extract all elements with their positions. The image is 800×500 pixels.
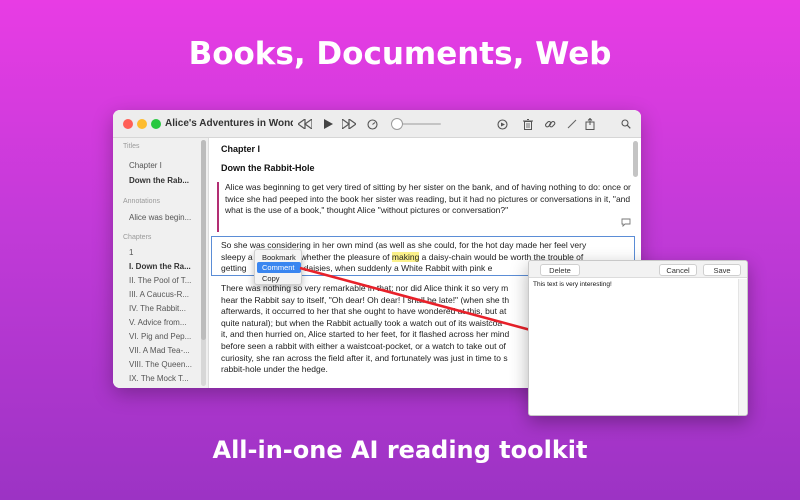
content-scrollbar-thumb[interactable]: [633, 141, 638, 177]
search-icon[interactable]: [619, 116, 633, 132]
sidebar-item-chapter[interactable]: III. A Caucus-R...: [129, 290, 199, 299]
trash-icon[interactable]: [521, 116, 535, 132]
sidebar-item-title[interactable]: Down the Rab...: [129, 176, 199, 185]
sidebar-item-chapter[interactable]: VIII. The Queen...: [129, 360, 199, 369]
comment-panel-scrollbar[interactable]: [738, 279, 747, 415]
share-icon[interactable]: [583, 116, 597, 132]
headline-top: Books, Documents, Web: [188, 36, 612, 72]
sidebar-section-titles: Titles: [123, 143, 140, 150]
sidebar-item-chapter[interactable]: I. Down the Ra...: [129, 262, 199, 271]
save-button[interactable]: Save: [703, 264, 741, 276]
sidebar-item-chapter[interactable]: VI. Pig and Pep...: [129, 332, 199, 341]
playback-slider-knob[interactable]: [391, 118, 404, 130]
sidebar-item-chapter[interactable]: V. Advice from...: [129, 318, 199, 327]
play-icon[interactable]: [321, 116, 335, 132]
link-icon[interactable]: [543, 116, 557, 132]
sidebar-item-chapter[interactable]: IX. The Mock T...: [129, 374, 199, 383]
sidebar: Titles Chapter I Down the Rab... Annotat…: [113, 138, 209, 388]
fast-forward-icon[interactable]: [341, 116, 357, 132]
sidebar-item-title[interactable]: Chapter I: [129, 161, 199, 170]
rewind-icon[interactable]: [297, 116, 313, 132]
sidebar-scrollbar-thumb[interactable]: [201, 140, 206, 340]
sidebar-item-annotation[interactable]: Alice was begin...: [129, 213, 199, 222]
annotation-marker[interactable]: [217, 182, 219, 232]
context-menu-copy[interactable]: Copy: [257, 273, 301, 284]
highlighted-word[interactable]: making: [391, 251, 420, 262]
text-fragment: whether the pleasure of: [300, 251, 390, 262]
close-window-button[interactable]: [123, 119, 133, 129]
comment-panel-toolbar: Delete Cancel Save: [529, 261, 747, 278]
timer-icon[interactable]: [495, 116, 509, 132]
headline-bottom: All-in-one AI reading toolkit: [212, 436, 588, 464]
sidebar-section-annotations: Annotations: [123, 198, 160, 205]
sidebar-item-chapter[interactable]: 1: [129, 248, 199, 257]
context-menu-comment[interactable]: Comment: [257, 262, 301, 273]
zoom-window-button[interactable]: [151, 119, 161, 129]
comment-text-area[interactable]: This text is very interesting!: [533, 281, 612, 288]
paragraph-1[interactable]: Alice was beginning to get very tired of…: [221, 182, 631, 230]
text-fragment: sleepy a: [221, 251, 253, 262]
delete-button[interactable]: Delete: [540, 264, 580, 276]
titlebar: Alice's Adventures in Wonderl...: [113, 110, 641, 138]
minimize-window-button[interactable]: [137, 119, 147, 129]
pen-icon[interactable]: [565, 116, 579, 132]
cancel-button[interactable]: Cancel: [659, 264, 697, 276]
comment-panel: Delete Cancel Save This text is very int…: [528, 260, 748, 416]
context-menu: Bookmark Comment Copy: [254, 249, 302, 285]
speed-gauge-icon[interactable]: [365, 116, 379, 132]
sidebar-item-chapter[interactable]: II. The Pool of T...: [129, 276, 199, 285]
sidebar-item-chapter[interactable]: VII. A Mad Tea-...: [129, 346, 199, 355]
text-fragment: g the daisies, when suddenly a White Rab…: [282, 263, 493, 274]
comment-icon[interactable]: [621, 218, 631, 229]
window-title: Alice's Adventures in Wonderl...: [165, 118, 293, 129]
sidebar-item-chapter[interactable]: IV. The Rabbit...: [129, 304, 199, 313]
chapter-label: Chapter I: [221, 144, 261, 154]
text-fragment: getting: [221, 263, 247, 274]
chapter-title: Down the Rabbit-Hole: [221, 163, 315, 173]
sidebar-section-chapters: Chapters: [123, 234, 152, 241]
